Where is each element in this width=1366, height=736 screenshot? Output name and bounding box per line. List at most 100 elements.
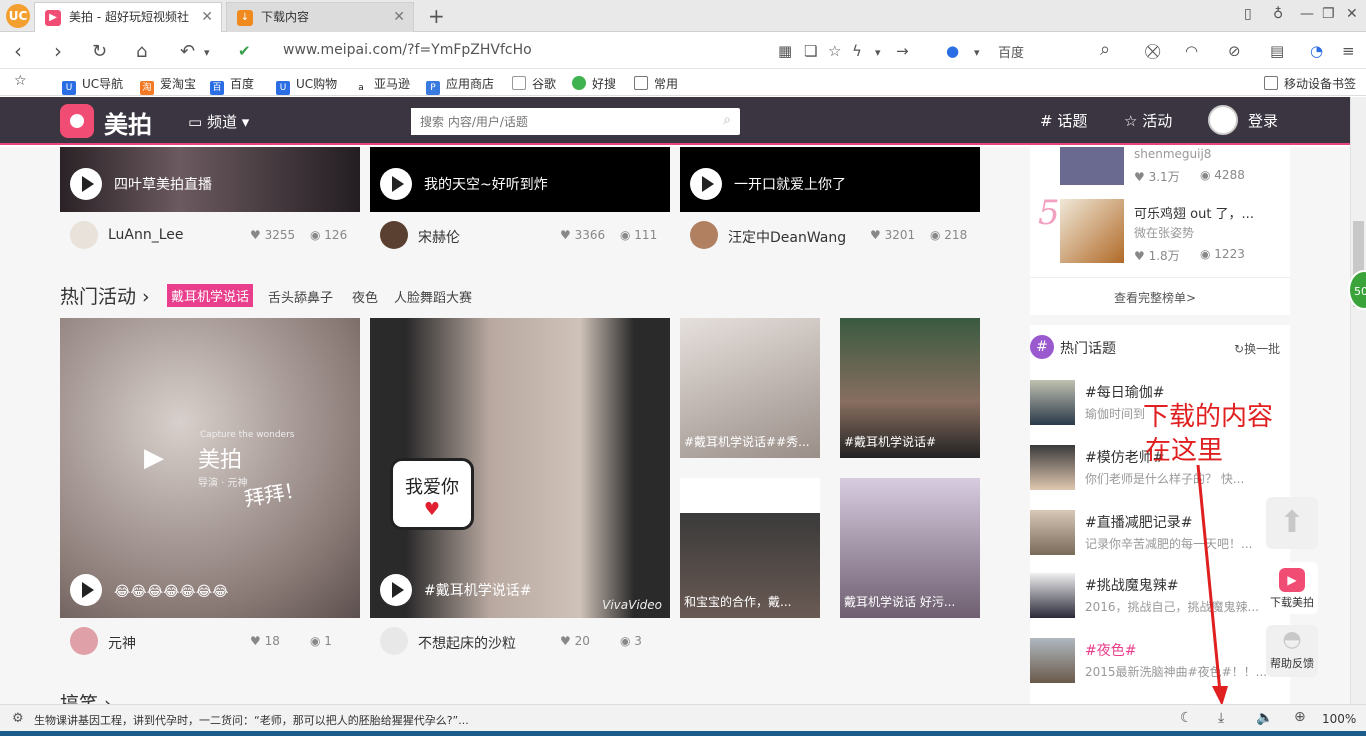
sync-icon[interactable]: ◔ — [1310, 42, 1323, 60]
close-icon[interactable]: ✕ — [393, 3, 405, 31]
user-avatar-icon[interactable] — [1208, 105, 1238, 135]
search-icon[interactable]: ⌕ — [723, 112, 731, 128]
new-tab-icon[interactable]: + — [428, 4, 445, 28]
list-item[interactable]: #夜色# 2015最新洗脑神曲#夜色#！！... — [1030, 638, 1290, 688]
video-card[interactable]: #戴耳机学说话##秀... — [680, 318, 820, 458]
home-icon[interactable]: ⌂ — [136, 41, 147, 62]
bookmark-folder-common[interactable]: 常用 — [634, 75, 678, 92]
refresh-icon[interactable]: ↻ — [92, 41, 107, 62]
tag-night[interactable]: 夜色 — [352, 287, 378, 306]
nav-topics[interactable]: # 话题 — [1040, 110, 1087, 131]
chevron-down-icon[interactable]: ▾ — [974, 46, 980, 59]
comment-count[interactable]: ◉ 126 — [310, 228, 347, 242]
download-icon[interactable]: ⤓ — [1218, 710, 1224, 726]
video-card[interactable]: 一开口就爱上你了 — [680, 147, 980, 212]
comment-count[interactable]: ◉ 1 — [310, 634, 332, 648]
bookmark-baidu[interactable]: 百百度 — [210, 75, 254, 95]
play-icon[interactable] — [70, 574, 102, 606]
add-bookmark-star-icon[interactable]: ☆ — [14, 73, 27, 89]
list-item[interactable]: #挑战魔鬼辣# 2016，挑战自己，挑战魔鬼辣... — [1030, 573, 1290, 623]
bookmark-uc-shopping[interactable]: U UC购物 — [276, 75, 337, 95]
tab-meipai[interactable]: ▶ 美拍 - 超好玩短视频社区 ✕ — [34, 2, 222, 52]
video-card[interactable]: #戴耳机学说话# — [840, 318, 980, 458]
news-ticker[interactable]: 生物课讲基因工程，讲到代孕时，一二货问：“老师，那可以把人的胚胎给猩猩代孕么?”… — [34, 712, 469, 728]
minimize-icon[interactable]: — — [1300, 6, 1314, 22]
avatar[interactable] — [70, 221, 98, 249]
rank-more-link[interactable]: 查看完整榜单> — [1114, 289, 1196, 306]
section-title-funny[interactable]: 搞笑 › — [60, 689, 112, 704]
zoom-icon[interactable]: ⊕ — [1294, 709, 1306, 725]
video-author[interactable]: 不想起床的沙粒 — [418, 633, 516, 653]
nav-login[interactable]: 登录 — [1248, 110, 1278, 131]
like-count[interactable]: ♥ 18 — [250, 634, 280, 648]
lightning-icon[interactable]: ϟ — [852, 42, 862, 60]
download-app-button[interactable]: ▶ 下载美拍 — [1266, 562, 1318, 614]
rank-title[interactable]: 可乐鸡翅 out 了，... — [1134, 203, 1254, 222]
video-author[interactable]: 元神 — [108, 633, 136, 653]
tag-tongue[interactable]: 舌头舔鼻子 — [268, 287, 333, 306]
tag-headphone[interactable]: 戴耳机学说话 — [167, 284, 254, 307]
chevron-down-icon[interactable]: ▾ — [875, 46, 881, 59]
search-engine-field[interactable]: 百度 — [998, 42, 1024, 61]
avatar[interactable] — [380, 627, 408, 655]
like-count[interactable]: ♥ 3201 — [870, 228, 915, 242]
star-icon[interactable]: ☆ — [828, 42, 841, 60]
chevron-down-icon[interactable]: ▾ — [204, 46, 210, 59]
undo-close-icon[interactable]: ↶ — [180, 41, 195, 62]
page-scrollbar[interactable] — [1350, 97, 1366, 704]
list-item[interactable]: #直播减肥记录# 记录你辛苦减肥的每一天吧！... — [1030, 510, 1290, 560]
bookmark-uc-nav[interactable]: U UC导航 — [62, 75, 123, 95]
video-author[interactable]: LuAnn_Lee — [108, 227, 184, 243]
like-count[interactable]: ♥ 20 — [560, 634, 590, 648]
bookmark-app-store[interactable]: P 应用商店 — [426, 75, 494, 95]
zoom-level[interactable]: 100% — [1322, 712, 1356, 726]
back-to-top-button[interactable]: ⬆ — [1266, 497, 1318, 549]
rank-user[interactable]: shenmeguij8 — [1134, 147, 1211, 161]
mobile-bookmarks[interactable]: 移动设备书签 — [1264, 75, 1356, 92]
volume-icon[interactable]: 🔈 — [1256, 710, 1273, 726]
settings-gear-icon[interactable]: ⚙ — [12, 711, 24, 726]
go-icon[interactable]: → — [896, 42, 909, 60]
video-card[interactable]: Capture the wonders ▶ 美拍 导演 · 元神 拜拜！ 😂😂😂… — [60, 318, 360, 618]
uc-browser-logo-icon[interactable]: UC — [6, 4, 30, 28]
bookmark-aitaobao[interactable]: 淘爱淘宝 — [140, 75, 196, 95]
wifi-icon[interactable]: ◠ — [1185, 42, 1198, 60]
like-count[interactable]: ♥ 3366 — [560, 228, 605, 242]
tag-face-dance[interactable]: 人脸舞蹈大赛 — [394, 287, 472, 306]
apps-icon[interactable]: ▤ — [1270, 42, 1284, 60]
play-icon[interactable] — [690, 168, 722, 200]
copy-icon[interactable]: ❏ — [804, 42, 817, 60]
search-icon[interactable]: ⌕ — [1100, 39, 1110, 60]
rank-user[interactable]: 微在张姿势 — [1134, 224, 1194, 241]
channel-menu[interactable]: ▭ 频道 ▾ — [188, 111, 249, 132]
adblock-icon[interactable]: ⊘ — [1228, 42, 1241, 60]
search-input[interactable] — [411, 108, 701, 135]
tab-downloads[interactable]: ↓ 下载内容 ✕ — [226, 2, 414, 32]
feedback-button[interactable]: ◓ 帮助反馈 — [1266, 625, 1318, 677]
video-author[interactable]: 汪定中DeanWang — [728, 227, 846, 247]
bookmark-haosou[interactable]: 好搜 — [572, 75, 616, 92]
site-logo-text[interactable]: 美拍 — [104, 105, 152, 140]
window-close-icon[interactable]: ✕ — [1346, 6, 1358, 22]
night-mode-icon[interactable]: ☾ — [1180, 710, 1193, 726]
video-card[interactable]: 戴耳机学说话 好污... — [840, 478, 980, 618]
bookmark-amazon[interactable]: a 亚马逊 — [354, 75, 410, 95]
restore-icon[interactable]: ❐ — [1322, 6, 1335, 22]
skin-icon[interactable]: ♁ — [1273, 6, 1283, 22]
nav-activity[interactable]: ☆ 活动 — [1124, 110, 1172, 131]
baidu-paw-icon[interactable]: ● — [946, 42, 959, 60]
close-icon[interactable]: ✕ — [201, 3, 213, 31]
avatar[interactable] — [690, 221, 718, 249]
comment-count[interactable]: ◉ 111 — [620, 228, 657, 242]
comment-count[interactable]: ◉ 3 — [620, 634, 642, 648]
cart-icon[interactable]: ⛒ — [1145, 42, 1160, 60]
play-icon[interactable] — [380, 168, 412, 200]
rank-thumb[interactable] — [1060, 147, 1124, 185]
video-author[interactable]: 宋赫伦 — [418, 227, 460, 247]
comment-count[interactable]: ◉ 1223 — [1200, 247, 1245, 261]
video-card[interactable]: 我爱你 ♥ VivaVideo #戴耳机学说话# — [370, 318, 670, 618]
section-title-hot[interactable]: 热门活动 › — [60, 282, 150, 309]
meipai-logo-icon[interactable] — [60, 104, 94, 138]
video-card[interactable]: 和宝宝的合作，戴... — [680, 478, 820, 618]
menu-icon[interactable]: ≡ — [1342, 42, 1355, 60]
